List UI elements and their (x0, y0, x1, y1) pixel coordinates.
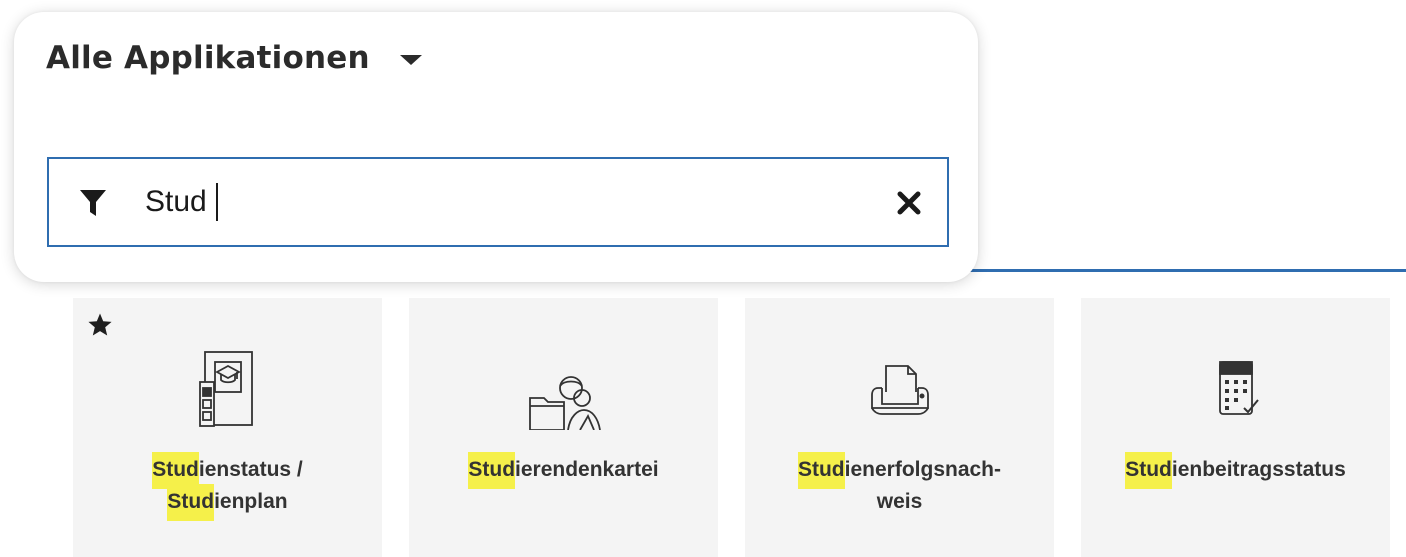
tile-label: Studienerfolgsnach- weis (745, 452, 1054, 518)
tile-label-text: ierendenkartei (515, 458, 659, 481)
app-tile-studierendenkartei[interactable]: Studierendenkartei (409, 298, 718, 557)
printer-icon (870, 365, 929, 415)
tile-label: Studierendenkartei (409, 452, 718, 489)
tile-label-line: weis (745, 486, 1054, 518)
tile-label-text: weis (876, 490, 923, 513)
search-match-highlight: Stud (1125, 452, 1172, 489)
search-match-highlight: Stud (468, 452, 516, 489)
tile-label-text: ienplan (214, 490, 288, 513)
application-dropdown-label: Alle Applikationen (46, 40, 370, 76)
app-tile-studienerfolgsnachweis[interactable]: Studienerfolgsnach- weis (745, 298, 1054, 557)
tile-label-text: ienstatus / (198, 458, 303, 481)
tile-label-text: ienerfolgsnach- (844, 458, 1002, 481)
tile-label: Studienbeitragsstatus (1081, 452, 1390, 489)
filter-funnel-icon (80, 190, 106, 216)
tab-underline (940, 269, 1406, 272)
app-stage: Alle Applikationen Stud Studienstatus / … (0, 0, 1406, 557)
tile-label-line: Studienstatus / (73, 452, 382, 489)
tile-label: Studienstatus / Studienplan (73, 452, 382, 521)
search-match-highlight: Stud (797, 452, 845, 489)
favorite-star-icon[interactable] (87, 312, 113, 338)
study-plan-document-icon (198, 351, 253, 427)
tile-label-line: Studienerfolgsnach- (745, 452, 1054, 489)
student-folder-icon (528, 376, 601, 430)
calculator-check-icon (1218, 361, 1259, 415)
tile-label-text: ienbeitragsstatus (1171, 458, 1346, 481)
clear-filter-icon[interactable] (895, 189, 923, 217)
app-tile-studienbeitragsstatus[interactable]: Studienbeitragsstatus (1081, 298, 1390, 557)
app-tile-studienstatus[interactable]: Studienstatus / Studienplan (73, 298, 382, 557)
text-cursor (216, 183, 218, 221)
application-selector-popup: Alle Applikationen (14, 12, 978, 282)
application-dropdown[interactable]: Alle Applikationen (46, 40, 422, 76)
tile-label-line: Studienbeitragsstatus (1081, 452, 1390, 489)
filter-field[interactable] (47, 157, 949, 247)
caret-down-icon[interactable] (399, 55, 422, 65)
search-match-highlight: Stud (167, 484, 215, 521)
filter-input[interactable] (145, 179, 865, 225)
tile-label-line: Studienplan (73, 484, 382, 521)
tile-label-line: Studierendenkartei (409, 452, 718, 489)
